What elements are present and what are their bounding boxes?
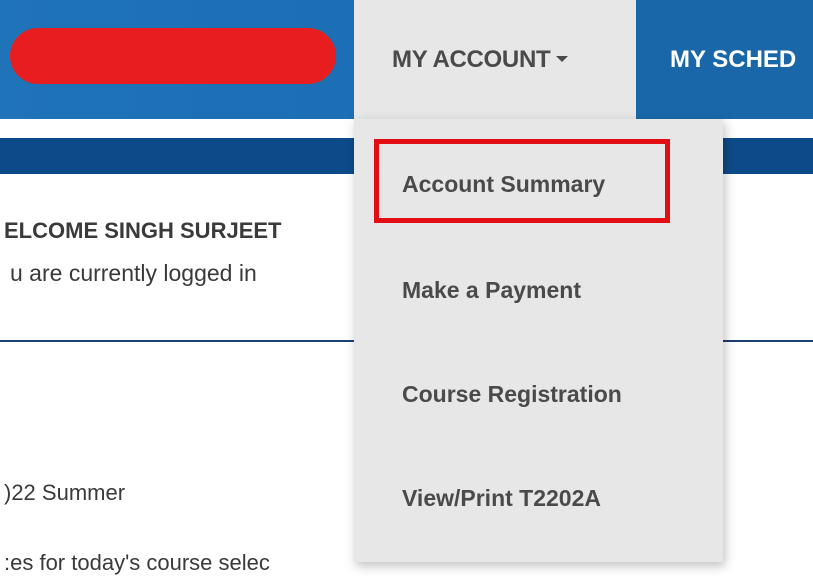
my-account-label: MY ACCOUNT: [392, 46, 569, 74]
page: MY ACCOUNT MY SCHED ELCOME SINGH SURJEET…: [0, 0, 813, 582]
redacted-logo: [10, 28, 336, 84]
login-status-text: u are currently logged in: [10, 260, 257, 286]
menu-item-make-a-payment[interactable]: Make a Payment: [402, 277, 581, 304]
menu-item-account-summary[interactable]: Account Summary: [402, 171, 605, 198]
menu-item-course-registration[interactable]: Course Registration: [402, 381, 622, 408]
my-account-menu[interactable]: MY ACCOUNT: [354, 0, 636, 119]
account-dropdown-menu: Account Summary Make a Payment Course Re…: [354, 119, 723, 562]
my-schedule-nav[interactable]: MY SCHED: [636, 0, 813, 119]
welcome-heading: ELCOME SINGH SURJEET: [4, 218, 282, 243]
my-account-text: MY ACCOUNT: [392, 46, 551, 73]
menu-item-view-print-t2202a[interactable]: View/Print T2202A: [402, 485, 601, 512]
fees-note-text: :es for today's course selec: [4, 550, 270, 575]
caret-down-icon: [556, 55, 569, 62]
term-label: )22 Summer: [4, 480, 126, 505]
my-schedule-label: MY SCHED: [670, 46, 797, 73]
